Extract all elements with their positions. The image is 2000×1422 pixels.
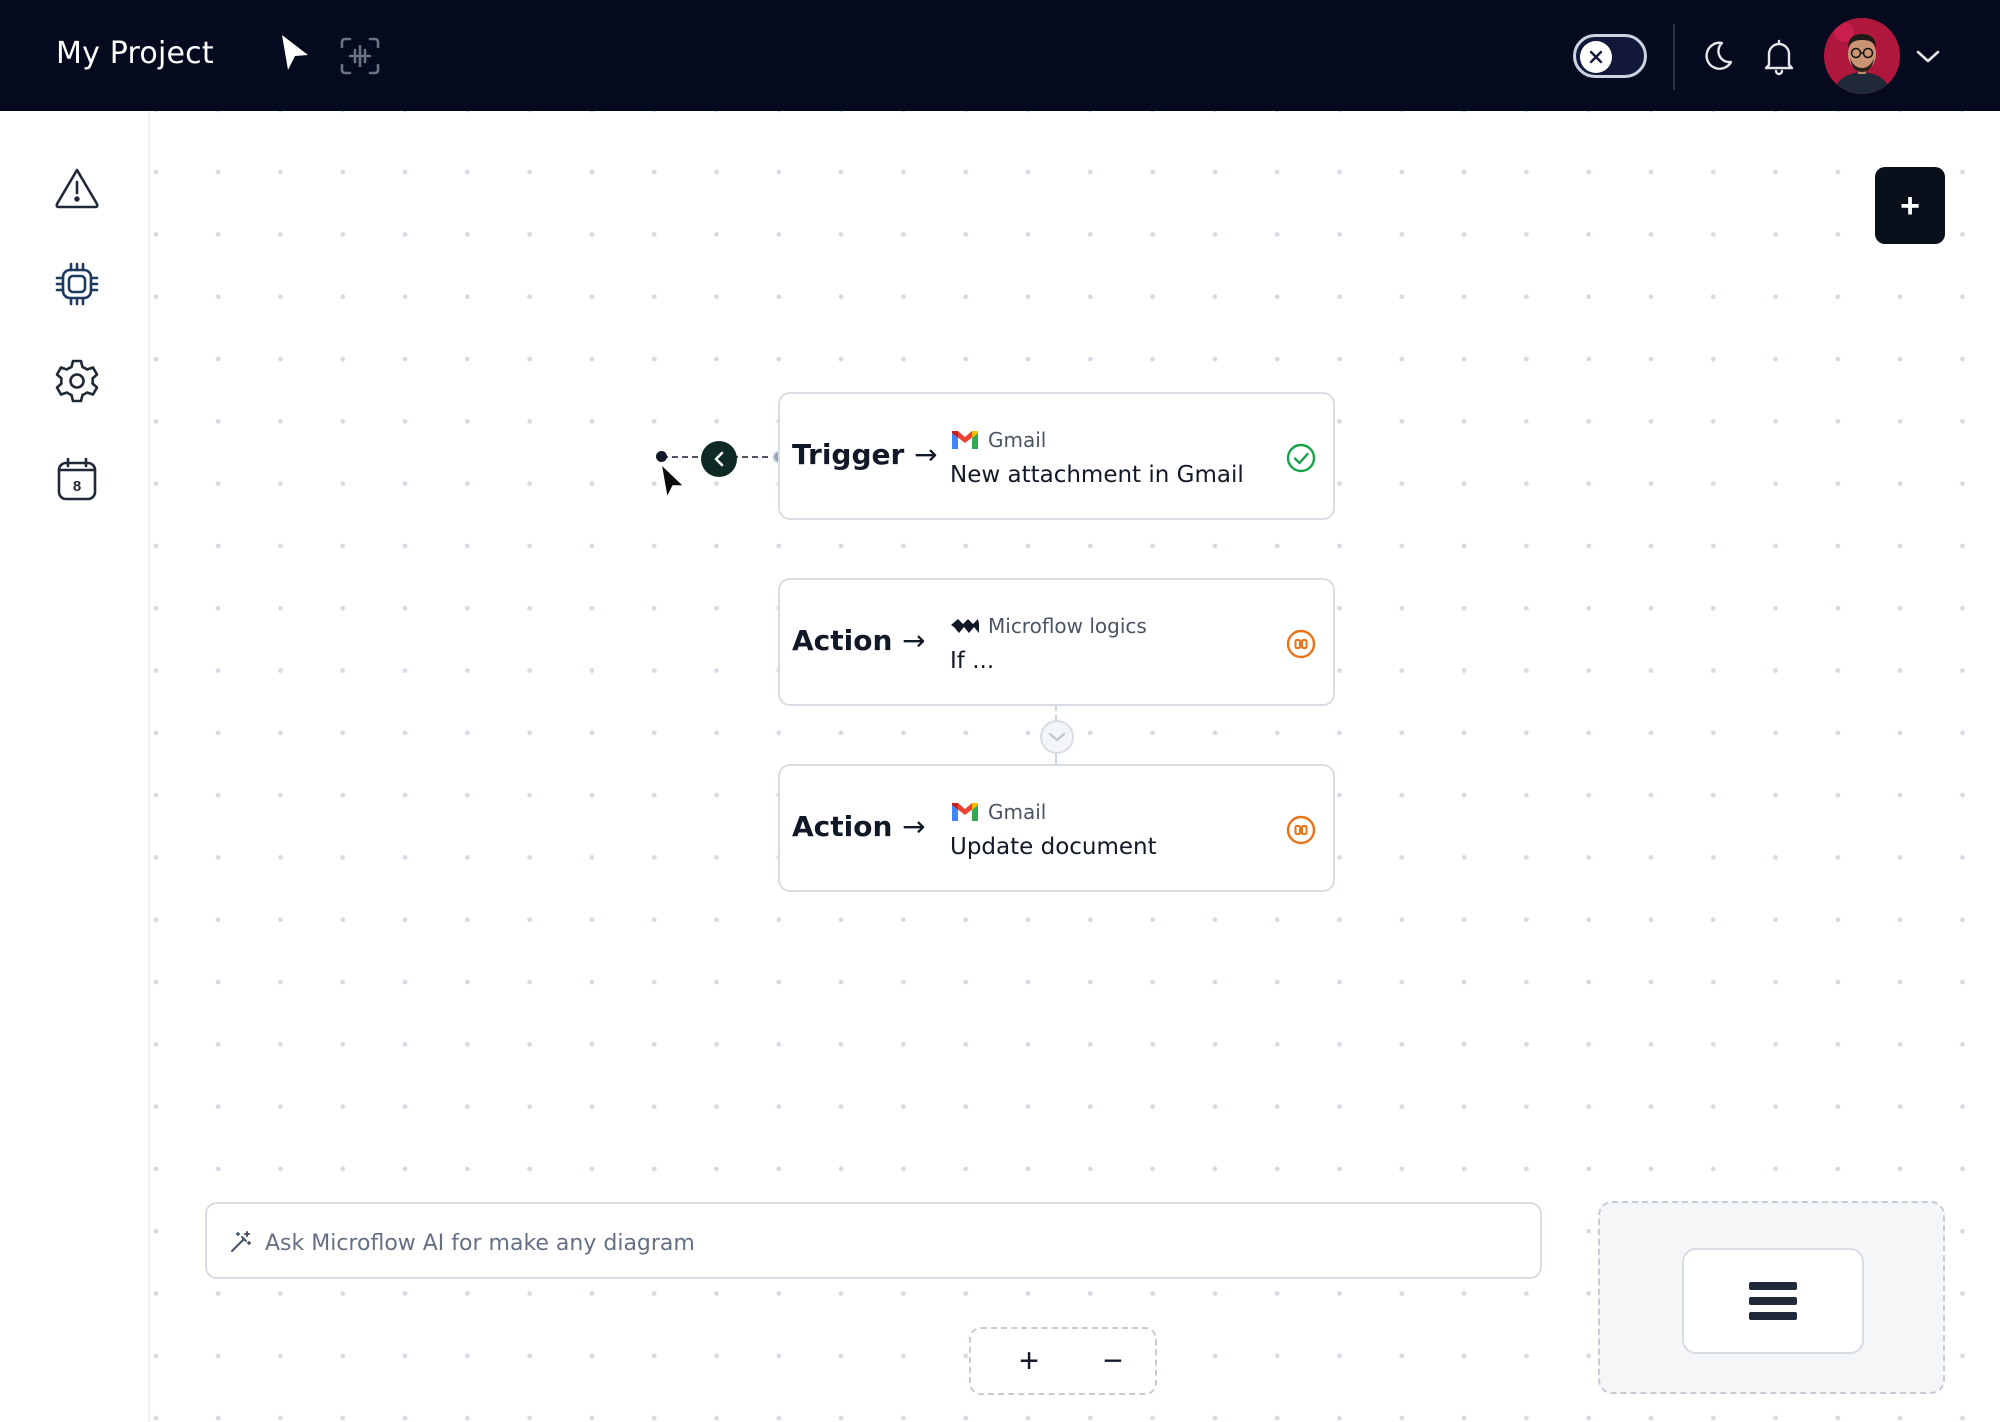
gmail-icon [952, 431, 978, 449]
node-app-name: Gmail [988, 428, 1047, 452]
calendar-icon[interactable]: 8 [53, 455, 101, 503]
topbar-divider [1673, 24, 1675, 90]
gmail-icon [952, 803, 978, 821]
node-app-name: Gmail [988, 800, 1047, 824]
avatar[interactable] [1824, 18, 1900, 94]
zoom-out-button[interactable]: − [1095, 1342, 1131, 1380]
collapse-chevron-left-icon[interactable] [701, 441, 737, 477]
warning-icon[interactable] [53, 164, 101, 212]
minimap-panel [1598, 1201, 1945, 1394]
close-icon [1589, 50, 1603, 64]
add-node-label: + [1900, 186, 1920, 225]
node-app: Microflow logics [950, 614, 1147, 638]
hamburger-menu-icon [1749, 1282, 1797, 1320]
node-connector-line [1055, 754, 1057, 764]
sidebar: 8 [0, 111, 150, 1422]
chevron-down-icon[interactable] [1914, 46, 1942, 66]
node-kind: Action → [792, 624, 926, 657]
check-circle-icon [1285, 442, 1317, 474]
calendar-badge: 8 [73, 478, 81, 495]
zoom-in-button[interactable]: + [1011, 1342, 1047, 1380]
frame-tool-icon[interactable] [338, 35, 382, 77]
moon-icon[interactable] [1700, 38, 1736, 74]
node-kind: Trigger → [792, 438, 938, 471]
node-title: New attachment in Gmail [950, 462, 1244, 488]
add-node-button[interactable]: + [1875, 167, 1945, 244]
bell-icon[interactable] [1761, 38, 1797, 76]
node-kind: Action → [792, 810, 926, 843]
pause-circle-icon [1285, 814, 1317, 846]
mouse-cursor-icon [658, 461, 688, 502]
node-connector-line [1055, 706, 1057, 720]
menu-button[interactable] [1682, 1248, 1864, 1354]
node-title: Update document [950, 834, 1157, 860]
chip-icon[interactable] [53, 260, 101, 308]
top-bar: My Project [0, 0, 2000, 111]
gear-icon[interactable] [53, 357, 101, 405]
node-app: Gmail [950, 428, 1046, 452]
ai-prompt-input[interactable] [265, 1226, 1465, 1260]
node-title: If ... [950, 648, 995, 674]
chevron-down-icon[interactable] [1040, 720, 1074, 754]
workflow-node-action[interactable]: Action → Microflow logics If ... [778, 578, 1335, 706]
toggle-knob [1580, 41, 1612, 73]
ai-prompt-bar[interactable] [205, 1202, 1542, 1279]
node-app-name: Microflow logics [988, 614, 1147, 638]
edge-endpoint[interactable] [656, 451, 667, 462]
microflow-logo-icon [951, 619, 979, 633]
workflow-node-trigger[interactable]: Trigger → Gmail New attachment in Gmail [778, 392, 1335, 520]
pause-circle-icon [1285, 628, 1317, 660]
magic-wand-icon [229, 1230, 253, 1254]
workflow-node-action[interactable]: Action → Gmail Update document [778, 764, 1335, 892]
zoom-controls: + − [969, 1327, 1157, 1395]
node-app: Gmail [950, 800, 1046, 824]
pointer-tool-icon[interactable] [278, 33, 312, 73]
theme-toggle[interactable] [1573, 34, 1647, 78]
project-title[interactable]: My Project [56, 36, 214, 71]
